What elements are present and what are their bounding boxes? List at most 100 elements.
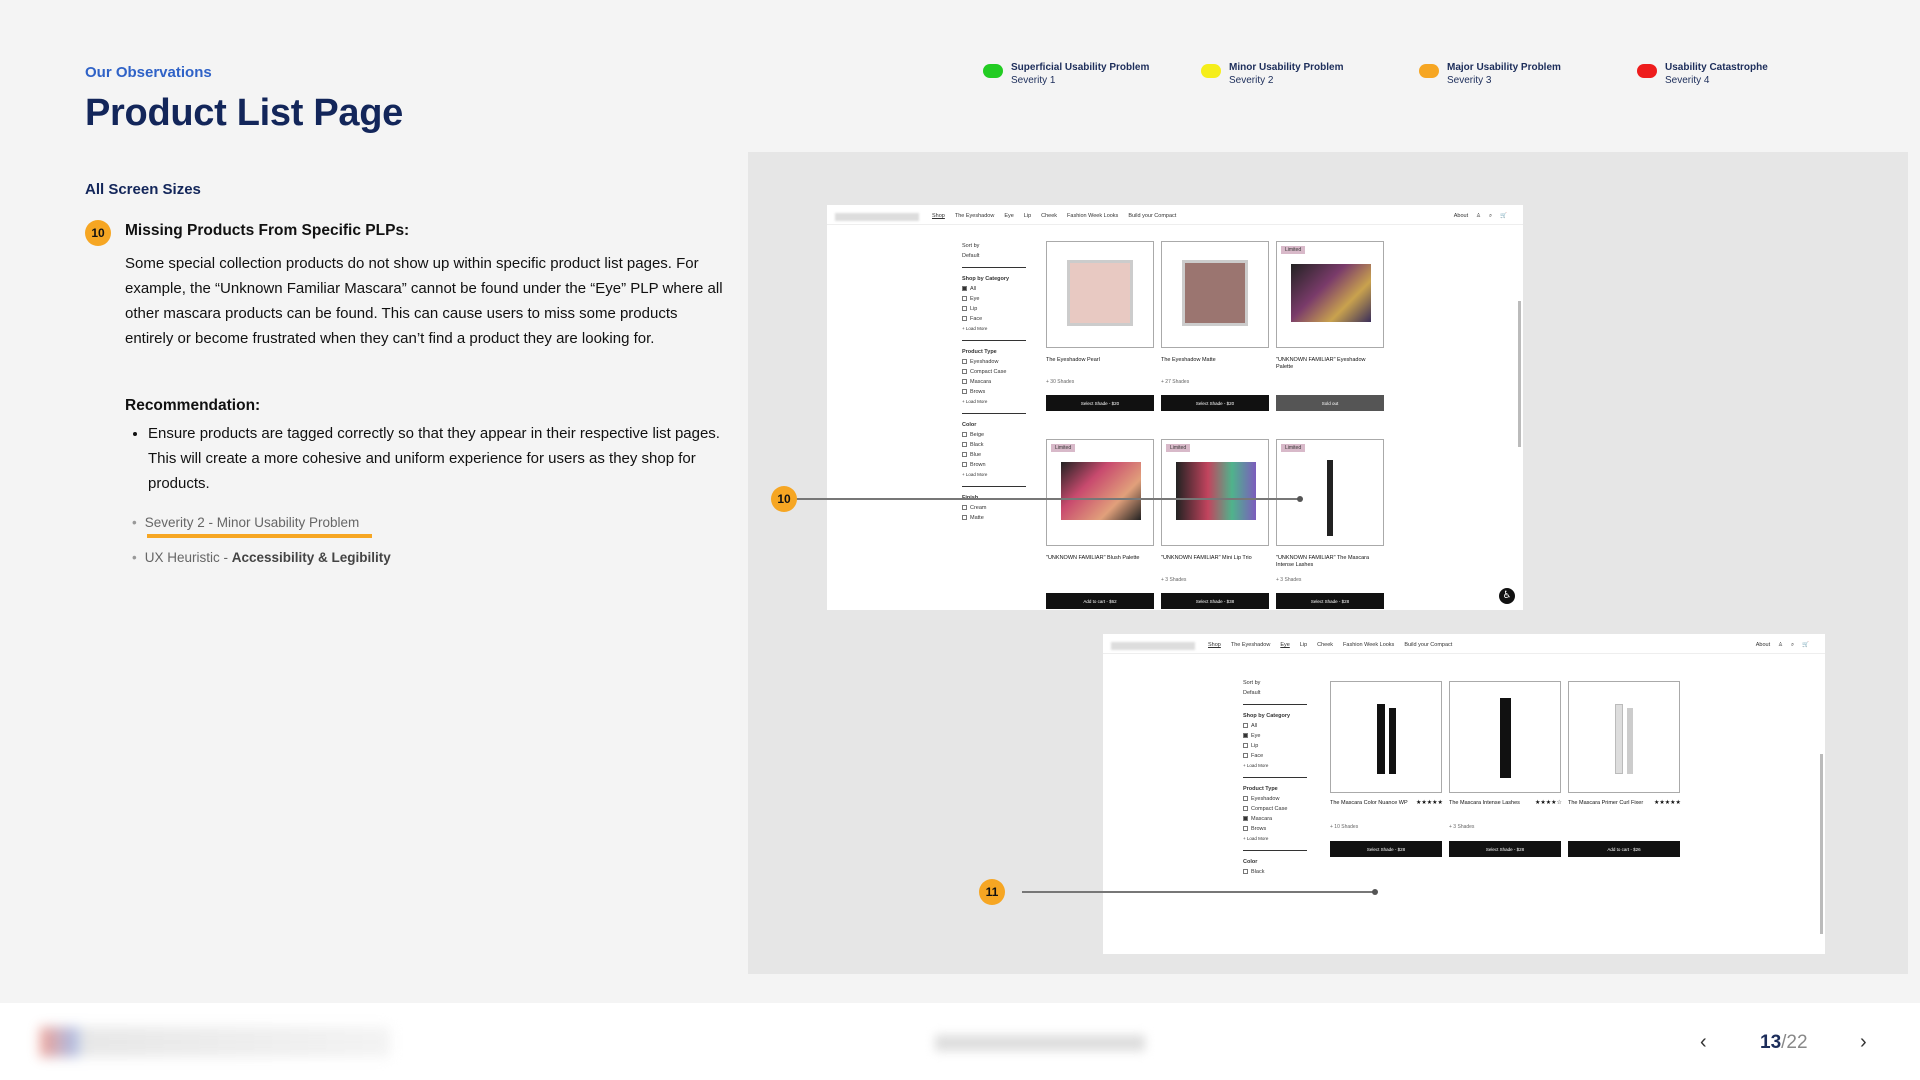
- checkbox-icon[interactable]: [962, 505, 967, 511]
- select-shade-button[interactable]: Select Shade - $20: [1161, 395, 1269, 411]
- scrollbar[interactable]: [1820, 754, 1823, 934]
- filter-option[interactable]: Brows: [962, 387, 1026, 397]
- checkbox-icon[interactable]: [962, 359, 967, 365]
- product-card[interactable]: [1330, 681, 1442, 793]
- checkbox-icon[interactable]: [962, 389, 967, 395]
- checkbox-icon[interactable]: [962, 379, 967, 385]
- user-icon[interactable]: ♙: [1476, 213, 1481, 220]
- filter-option[interactable]: Mascara: [962, 377, 1026, 387]
- chevron-right-icon[interactable]: ›: [1860, 1031, 1867, 1054]
- checkbox-icon[interactable]: [962, 462, 967, 468]
- checkbox-icon[interactable]: [962, 442, 967, 448]
- product-card[interactable]: Limited: [1276, 439, 1384, 546]
- product-name[interactable]: "UNKNOWN FAMILIAR" The Mascara Intense L…: [1276, 555, 1384, 569]
- checkbox-icon[interactable]: [1243, 743, 1248, 749]
- nav-shop[interactable]: Shop: [932, 213, 945, 219]
- scrollbar[interactable]: [1518, 301, 1521, 447]
- filter-option[interactable]: Compact Case: [1243, 804, 1307, 814]
- checkbox-icon[interactable]: [962, 296, 967, 302]
- add-to-cart-button[interactable]: Add to cart - $62: [1046, 593, 1154, 609]
- nav-eye[interactable]: Eye: [1280, 642, 1289, 648]
- nav-about[interactable]: About: [1454, 213, 1468, 220]
- nav-cheek[interactable]: Cheek: [1317, 642, 1333, 648]
- checkbox-icon[interactable]: [962, 306, 967, 312]
- product-name[interactable]: The Eyeshadow Pearl: [1046, 357, 1154, 364]
- checkbox-icon[interactable]: [962, 432, 967, 438]
- search-icon[interactable]: ⌕: [1791, 642, 1794, 649]
- product-name[interactable]: The Eyeshadow Matte: [1161, 357, 1269, 364]
- nav-about[interactable]: About: [1756, 642, 1770, 649]
- checkbox-icon[interactable]: [1243, 869, 1248, 875]
- product-name[interactable]: The Mascara Primer Curl Fixer: [1568, 800, 1648, 807]
- nav-build-compact[interactable]: Build your Compact: [1128, 213, 1176, 219]
- accessibility-icon[interactable]: ♿: [1499, 588, 1515, 604]
- product-card[interactable]: [1046, 241, 1154, 348]
- filter-option[interactable]: All: [1243, 721, 1307, 731]
- select-shade-button[interactable]: Select Shade - $38: [1161, 593, 1269, 609]
- nav-eyeshadow[interactable]: The Eyeshadow: [1231, 642, 1270, 648]
- product-card[interactable]: [1161, 241, 1269, 348]
- filter-option[interactable]: Cream: [962, 503, 1026, 513]
- cart-icon[interactable]: 🛒: [1500, 213, 1507, 220]
- product-card[interactable]: Limited: [1276, 241, 1384, 348]
- load-more-link[interactable]: + Load More: [962, 470, 1026, 480]
- user-icon[interactable]: ♙: [1778, 642, 1783, 649]
- filter-option[interactable]: Mascara: [1243, 814, 1307, 824]
- checkbox-icon[interactable]: [962, 369, 967, 375]
- sort-dropdown[interactable]: Default: [962, 251, 1026, 261]
- load-more-link[interactable]: + Load More: [962, 324, 1026, 334]
- filter-option[interactable]: Eyeshadow: [1243, 794, 1307, 804]
- filter-option[interactable]: Face: [1243, 751, 1307, 761]
- chevron-left-icon[interactable]: ‹: [1700, 1031, 1707, 1054]
- sort-dropdown[interactable]: Default: [1243, 688, 1307, 698]
- checkbox-icon[interactable]: [1243, 816, 1248, 822]
- nav-eyeshadow[interactable]: The Eyeshadow: [955, 213, 994, 219]
- product-card[interactable]: [1568, 681, 1680, 793]
- filter-option[interactable]: Blue: [962, 450, 1026, 460]
- product-card[interactable]: [1449, 681, 1561, 793]
- load-more-link[interactable]: + Load More: [962, 397, 1026, 407]
- load-more-link[interactable]: + Load More: [1243, 834, 1307, 844]
- filter-option[interactable]: Beige: [962, 430, 1026, 440]
- search-icon[interactable]: ⌕: [1489, 213, 1492, 220]
- filter-option[interactable]: Black: [1243, 867, 1307, 877]
- filter-option[interactable]: Lip: [962, 304, 1026, 314]
- checkbox-icon[interactable]: [962, 515, 967, 521]
- checkbox-icon[interactable]: [1243, 723, 1248, 729]
- filter-option[interactable]: Face: [962, 314, 1026, 324]
- filter-option[interactable]: Eyeshadow: [962, 357, 1026, 367]
- nav-fashion-week[interactable]: Fashion Week Looks: [1343, 642, 1394, 648]
- checkbox-icon[interactable]: [1243, 753, 1248, 759]
- select-shade-button[interactable]: Select Shade - $28: [1276, 593, 1384, 609]
- checkbox-icon[interactable]: [962, 452, 967, 458]
- cart-icon[interactable]: 🛒: [1802, 642, 1809, 649]
- select-shade-button[interactable]: Select Shade - $28: [1330, 841, 1442, 857]
- filter-option[interactable]: Compact Case: [962, 367, 1026, 377]
- filter-option[interactable]: Matte: [962, 513, 1026, 523]
- severity-item[interactable]: • Severity 2 - Minor Usability Problem: [132, 515, 359, 530]
- checkbox-icon[interactable]: [1243, 806, 1248, 812]
- product-name[interactable]: The Mascara Color Nuance WP: [1330, 800, 1410, 807]
- filter-option[interactable]: Eye: [962, 294, 1026, 304]
- checkbox-icon[interactable]: [1243, 796, 1248, 802]
- product-name[interactable]: The Mascara Intense Lashes: [1449, 800, 1529, 807]
- filter-option[interactable]: Brows: [1243, 824, 1307, 834]
- filter-option[interactable]: Eye: [1243, 731, 1307, 741]
- product-card[interactable]: Limited: [1046, 439, 1154, 546]
- checkbox-icon[interactable]: [962, 316, 967, 322]
- product-name[interactable]: "UNKNOWN FAMILIAR" Eyeshadow Palette: [1276, 357, 1384, 371]
- checkbox-icon[interactable]: [1243, 733, 1248, 739]
- severity-link[interactable]: Severity 2 - Minor Usability Problem: [145, 515, 360, 530]
- checkbox-icon[interactable]: [962, 286, 967, 292]
- select-shade-button[interactable]: Select Shade - $28: [1449, 841, 1561, 857]
- checkbox-icon[interactable]: [1243, 826, 1248, 832]
- filter-option[interactable]: Brown: [962, 460, 1026, 470]
- filter-option[interactable]: Lip: [1243, 741, 1307, 751]
- nav-fashion-week[interactable]: Fashion Week Looks: [1067, 213, 1118, 219]
- nav-cheek[interactable]: Cheek: [1041, 213, 1057, 219]
- filter-option[interactable]: All: [962, 284, 1026, 294]
- product-card[interactable]: Limited: [1161, 439, 1269, 546]
- select-shade-button[interactable]: Select Shade - $20: [1046, 395, 1154, 411]
- nav-build-compact[interactable]: Build your Compact: [1404, 642, 1452, 648]
- nav-eye[interactable]: Eye: [1004, 213, 1013, 219]
